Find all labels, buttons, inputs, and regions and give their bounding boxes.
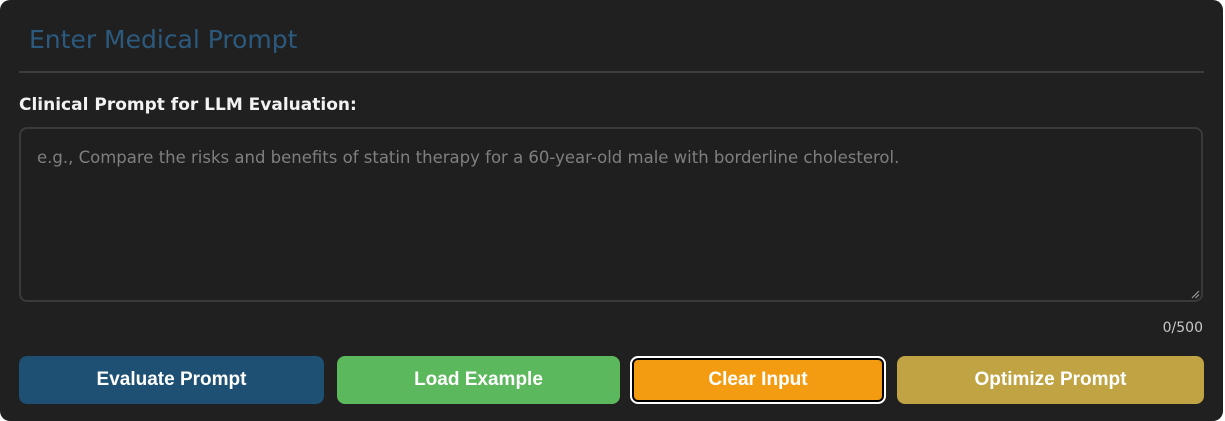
prompt-field-label: Clinical Prompt for LLM Evaluation: [19, 95, 357, 115]
evaluate-prompt-button[interactable]: Evaluate Prompt [19, 356, 324, 404]
clear-input-button[interactable]: Clear Input [630, 356, 886, 404]
resize-grip-icon[interactable] [1190, 289, 1200, 299]
optimize-prompt-button[interactable]: Optimize Prompt [897, 356, 1204, 404]
title-divider [19, 71, 1204, 73]
char-counter: 0/500 [1162, 320, 1203, 336]
prompt-textarea[interactable] [19, 127, 1203, 302]
load-example-button[interactable]: Load Example [337, 356, 620, 404]
section-title: Enter Medical Prompt [29, 25, 298, 54]
prompt-panel: Enter Medical Prompt Clinical Prompt for… [0, 0, 1223, 421]
